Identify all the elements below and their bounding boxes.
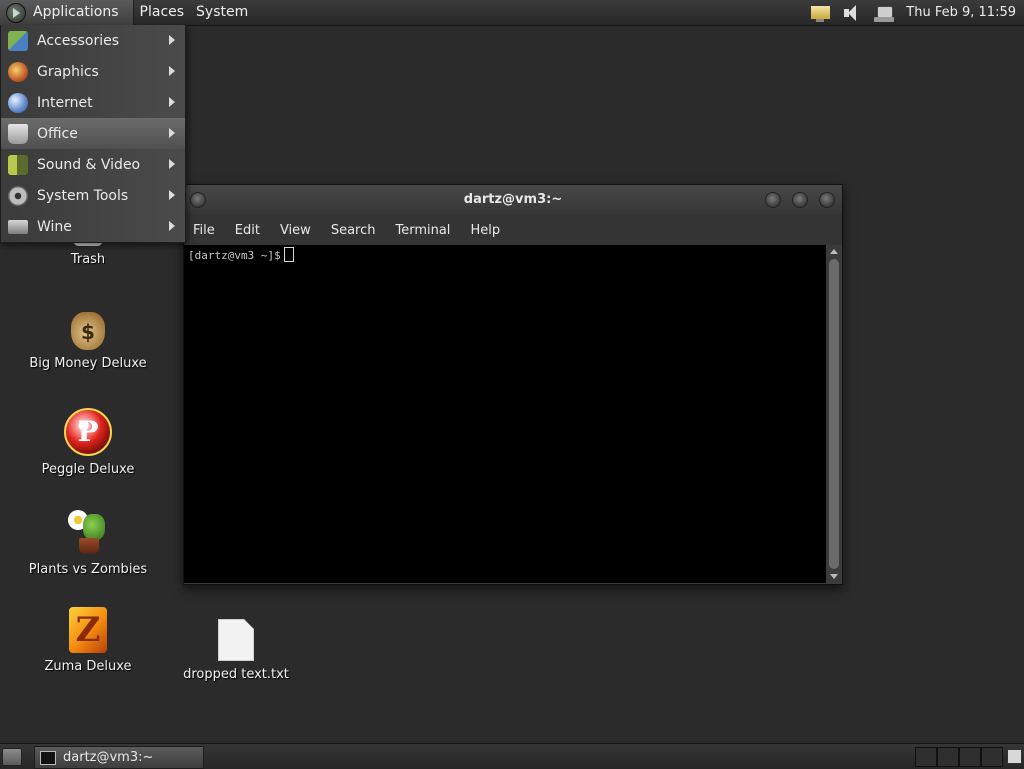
terminal-scrollbar[interactable] xyxy=(827,245,841,583)
desktop-icon-label: Peggle Deluxe xyxy=(41,462,135,477)
wine-icon xyxy=(8,219,28,234)
shell-prompt-line: [dartz@vm3 ~]$ xyxy=(188,247,294,262)
desktop-icon-zuma[interactable]: Z Zuma Deluxe xyxy=(23,607,153,674)
applications-menu-button[interactable]: Applications xyxy=(0,0,134,25)
desktop-icon-label: Zuma Deluxe xyxy=(44,659,132,674)
scroll-down-arrow-icon[interactable] xyxy=(830,574,838,579)
menu-edit[interactable]: Edit xyxy=(235,223,260,238)
menu-item-label: Sound & Video xyxy=(37,156,141,173)
show-desktop-icon[interactable] xyxy=(2,748,22,766)
desktop-icon-big-money[interactable]: $ Big Money Deluxe xyxy=(23,312,153,371)
desktop-icon-plants-vs-zombies[interactable]: Plants vs Zombies xyxy=(23,508,153,577)
places-menu[interactable]: Places xyxy=(134,0,191,25)
trash-applet-icon[interactable] xyxy=(1007,749,1022,764)
bottom-panel: dartz@vm3:~ xyxy=(0,743,1024,769)
workspace-2[interactable] xyxy=(937,747,959,767)
window-title: dartz@vm3:~ xyxy=(463,192,563,207)
text-file-icon xyxy=(218,619,254,661)
plant-icon xyxy=(65,508,111,556)
graphics-icon xyxy=(8,61,28,82)
money-bag-icon: $ xyxy=(71,312,105,350)
menu-terminal[interactable]: Terminal xyxy=(395,223,450,238)
menu-item-internet[interactable]: Internet xyxy=(1,87,185,118)
menu-item-label: Internet xyxy=(37,94,93,111)
desktop-icon-dropped-text[interactable]: dropped text.txt xyxy=(171,619,301,682)
submenu-arrow-icon xyxy=(169,221,175,231)
close-button[interactable] xyxy=(819,192,835,208)
applications-menu: Accessories Graphics Internet Office Sou… xyxy=(0,25,186,243)
top-panel: Applications Places System Thu Feb 9, 11… xyxy=(0,0,1024,26)
menu-item-system-tools[interactable]: System Tools xyxy=(1,180,185,211)
desktop-icon-label: Trash xyxy=(70,252,106,267)
accessories-icon xyxy=(8,30,28,51)
menu-item-wine[interactable]: Wine xyxy=(1,211,185,242)
display-icon[interactable] xyxy=(808,3,832,23)
menu-item-label: System Tools xyxy=(37,187,129,204)
workspace-1[interactable] xyxy=(915,747,937,767)
text-cursor xyxy=(283,247,294,262)
menu-file[interactable]: File xyxy=(193,223,215,238)
menu-item-graphics[interactable]: Graphics xyxy=(1,56,185,87)
office-icon xyxy=(8,123,28,144)
taskbar-window-button[interactable]: dartz@vm3:~ xyxy=(34,746,204,769)
desktop-icon-label: Plants vs Zombies xyxy=(28,562,148,577)
system-tray: Thu Feb 9, 11:59 xyxy=(800,0,1024,25)
launcher-icon xyxy=(6,2,26,23)
peggle-logo-icon: P xyxy=(64,408,112,456)
submenu-arrow-icon xyxy=(169,190,175,200)
maximize-button[interactable] xyxy=(792,192,808,208)
menu-view[interactable]: View xyxy=(280,223,311,238)
menu-item-label: Wine xyxy=(37,218,72,235)
submenu-arrow-icon xyxy=(169,159,175,169)
workspace-4[interactable] xyxy=(981,747,1003,767)
gear-icon xyxy=(8,185,28,206)
desktop: Applications Places System Thu Feb 9, 11… xyxy=(0,0,1024,769)
menu-help[interactable]: Help xyxy=(470,223,500,238)
shell-prompt: [dartz@vm3 ~]$ xyxy=(188,249,281,262)
submenu-arrow-icon xyxy=(169,128,175,138)
taskbar-window-label: dartz@vm3:~ xyxy=(63,750,154,765)
desktop-icon-label: Big Money Deluxe xyxy=(29,356,147,371)
system-menu[interactable]: System xyxy=(190,0,254,25)
applications-menu-label: Applications xyxy=(33,4,119,20)
desktop-icon-label: dropped text.txt xyxy=(183,667,289,682)
terminal-icon xyxy=(40,750,56,765)
scroll-thumb[interactable] xyxy=(829,259,839,569)
terminal-titlebar[interactable]: dartz@vm3:~ xyxy=(184,185,842,215)
menu-item-label: Accessories xyxy=(37,32,120,49)
volume-icon[interactable] xyxy=(840,3,864,23)
sound-video-icon xyxy=(8,154,28,175)
bush-shape xyxy=(83,514,105,540)
desktop-icon-peggle[interactable]: P Peggle Deluxe xyxy=(23,408,153,477)
menu-item-label: Office xyxy=(37,125,78,142)
submenu-arrow-icon xyxy=(169,66,175,76)
globe-icon xyxy=(8,92,28,113)
terminal-window: dartz@vm3:~ File Edit View Search Termin… xyxy=(183,184,843,585)
network-icon[interactable] xyxy=(872,3,896,23)
pot-shape xyxy=(79,538,99,554)
terminal-menubar: File Edit View Search Terminal Help xyxy=(184,215,842,245)
window-menu-button[interactable] xyxy=(190,192,206,208)
menu-item-label: Graphics xyxy=(37,63,99,80)
minimize-button[interactable] xyxy=(765,192,781,208)
submenu-arrow-icon xyxy=(169,35,175,45)
terminal-output[interactable]: [dartz@vm3 ~]$ xyxy=(184,245,826,583)
clock[interactable]: Thu Feb 9, 11:59 xyxy=(906,5,1016,20)
scroll-up-arrow-icon[interactable] xyxy=(830,249,838,254)
workspace-3[interactable] xyxy=(959,747,981,767)
menu-item-office[interactable]: Office xyxy=(1,118,185,149)
menu-item-accessories[interactable]: Accessories xyxy=(1,25,185,56)
menu-search[interactable]: Search xyxy=(331,223,376,238)
zuma-logo-icon: Z xyxy=(69,607,107,653)
submenu-arrow-icon xyxy=(169,97,175,107)
menu-item-sound-video[interactable]: Sound & Video xyxy=(1,149,185,180)
